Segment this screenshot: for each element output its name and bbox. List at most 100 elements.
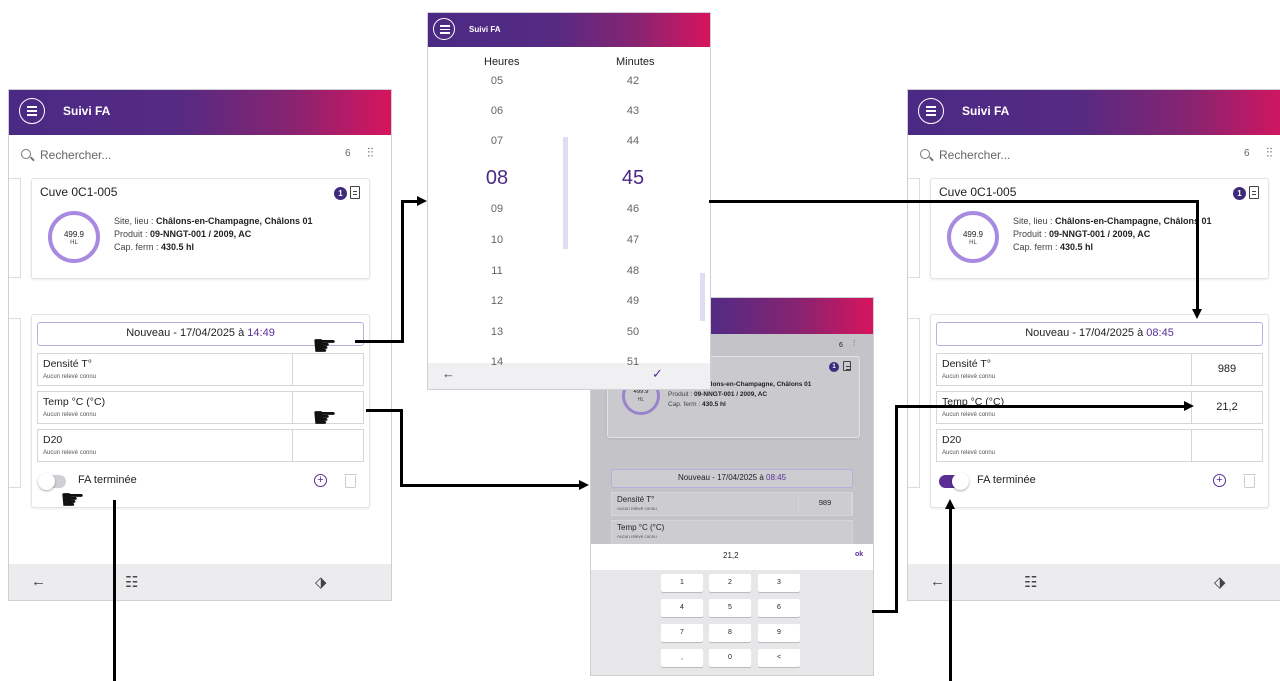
minute-option[interactable]: 46	[613, 203, 653, 215]
keypad-key[interactable]: 4	[661, 599, 703, 617]
search-input[interactable]: Rechercher...	[939, 148, 1010, 162]
keypad-key[interactable]: ,	[661, 649, 703, 667]
hour-option[interactable]: 12	[477, 295, 517, 307]
measure-value-input[interactable]	[292, 429, 364, 462]
app-header: Suivi FA	[428, 13, 710, 47]
keypad-key[interactable]: 2	[709, 574, 751, 592]
minutes-scroll-indicator[interactable]	[700, 273, 705, 321]
keypad-input-value[interactable]: 21,2	[723, 551, 739, 560]
hour-option[interactable]: 14	[477, 356, 517, 368]
keypad-key[interactable]: 5	[709, 599, 751, 617]
minute-option[interactable]: 47	[613, 234, 653, 246]
add-icon[interactable]: +	[314, 474, 327, 487]
minute-option[interactable]: 50	[613, 326, 653, 338]
measure-row-d20[interactable]: D20 Aucun relevé connu	[936, 429, 1263, 462]
nouveau-date-button[interactable]: Nouveau - 17/04/2025 à 08:45	[936, 322, 1263, 346]
check-icon[interactable]: ✓	[652, 366, 663, 382]
checklist-icon[interactable]: ☷	[1024, 573, 1037, 591]
keypad-key[interactable]: 0	[709, 649, 751, 667]
hour-option[interactable]: 09	[477, 203, 517, 215]
hour-option[interactable]: 13	[477, 326, 517, 338]
minute-option[interactable]: 45	[608, 167, 658, 190]
keypad-key[interactable]: 3	[758, 574, 800, 592]
measure-value-input[interactable]	[1191, 429, 1263, 462]
connector-line	[949, 508, 952, 681]
nouveau-date-button[interactable]: Nouveau - 17/04/2025 à 08:45	[611, 469, 853, 488]
keypad-key[interactable]: 6	[758, 599, 800, 617]
measure-row-d20[interactable]: D20 Aucun relevé connu	[37, 429, 364, 462]
keypad-key[interactable]: <	[758, 649, 800, 667]
arrowhead	[579, 480, 589, 490]
result-count: 6	[839, 342, 843, 349]
add-icon[interactable]: +	[1213, 474, 1226, 487]
tag-check-icon[interactable]: ⬗	[315, 573, 327, 591]
document-icon[interactable]	[350, 186, 360, 199]
keypad-input-bar: 21,2 ok	[591, 544, 873, 570]
keypad-key[interactable]: 1	[661, 574, 703, 592]
keypad-key[interactable]: 8	[709, 624, 751, 642]
connector-line	[895, 405, 898, 613]
minute-option[interactable]: 42	[613, 75, 653, 87]
trash-icon[interactable]	[344, 474, 357, 488]
cuve-title: Cuve 0C1-005	[40, 185, 118, 199]
picker-toolbar: ← ✓	[428, 363, 710, 389]
arrow-left-icon[interactable]: ←	[442, 366, 455, 381]
filter-sliders-icon[interactable]: ⫶	[853, 338, 855, 349]
connector-line	[400, 484, 580, 487]
minute-option[interactable]: 43	[613, 105, 653, 117]
hour-option[interactable]: 07	[477, 135, 517, 147]
menu-icon[interactable]	[433, 18, 455, 40]
keypad-key[interactable]: 9	[758, 624, 800, 642]
app-header: Suivi FA	[908, 90, 1280, 135]
minute-option[interactable]: 48	[613, 265, 653, 277]
filter-sliders-icon[interactable]: ⫶⫶	[1266, 145, 1273, 161]
measure-value-input[interactable]: 989	[1191, 353, 1263, 386]
hour-option[interactable]: 05	[477, 75, 517, 87]
fa-done-toggle[interactable]	[939, 473, 969, 490]
document-icon[interactable]	[843, 361, 851, 371]
hour-option[interactable]: 11	[477, 265, 517, 277]
search-bar[interactable]: Rechercher... 6 ⫶⫶	[9, 135, 391, 175]
measure-row-densite[interactable]: Densité T° Aucun relevé connu 989	[611, 492, 853, 516]
filter-sliders-icon[interactable]: ⫶⫶	[367, 145, 374, 161]
tag-check-icon[interactable]: ⬗	[1214, 573, 1226, 591]
menu-icon[interactable]	[19, 98, 45, 124]
connector-line	[895, 405, 1185, 408]
tap-hand-icon: ☛	[60, 484, 86, 515]
arrowhead	[1192, 309, 1202, 319]
minute-option[interactable]: 44	[613, 135, 653, 147]
measure-row-temp[interactable]: Temp °C (°C) Aucun relevé connu	[611, 520, 853, 546]
hour-option[interactable]: 10	[477, 234, 517, 246]
arrow-left-icon[interactable]: ←	[930, 573, 945, 590]
measure-row-densite[interactable]: Densité T° Aucun relevé connu 989	[936, 353, 1263, 386]
cuve-info: Site, lieu : Châlons-en-Champagne, Châlo…	[114, 216, 313, 252]
measure-value-input[interactable]: 989	[798, 492, 852, 516]
hour-option[interactable]: 06	[477, 105, 517, 117]
minute-option[interactable]: 49	[613, 295, 653, 307]
cuve-title: Cuve 0C1-005	[939, 185, 1017, 199]
search-icon	[920, 149, 930, 159]
hour-option[interactable]: 08	[472, 167, 522, 190]
menu-icon[interactable]	[918, 98, 944, 124]
numeric-keypad: 21,2 ok 1 2 3 4 5 6 7 8 9, 0 <	[591, 544, 873, 675]
connector-line	[709, 200, 1198, 203]
arrowhead	[417, 196, 427, 206]
minute-option[interactable]: 51	[613, 356, 653, 368]
cuve-card[interactable]: Cuve 0C1-005 1 499.9 HL Site, lieu : Châ…	[31, 178, 370, 279]
keypad-key[interactable]: 7	[661, 624, 703, 642]
prev-measures-fragment	[9, 318, 21, 488]
trash-icon[interactable]	[1243, 474, 1256, 488]
cuve-card[interactable]: Cuve 0C1-005 1 499.9 HL Site, lieu : Châ…	[930, 178, 1269, 279]
search-input[interactable]: Rechercher...	[40, 148, 111, 162]
volume-unit: HL	[70, 240, 78, 246]
connector-line	[366, 409, 402, 412]
arrow-left-icon[interactable]: ←	[31, 573, 46, 590]
app-title: Suivi FA	[469, 25, 501, 34]
checklist-icon[interactable]: ☷	[125, 573, 138, 591]
hours-scroll-indicator[interactable]	[563, 137, 568, 249]
screen-time-picker: Suivi FA Heures Minutes ← ✓ 05 06 07 08 09 10…	[427, 12, 711, 390]
ok-button[interactable]: ok	[855, 551, 863, 558]
document-icon[interactable]	[1249, 186, 1259, 199]
search-bar[interactable]: Rechercher... 6 ⫶⫶	[908, 135, 1280, 175]
measure-value-input[interactable]: 21,2	[1191, 391, 1263, 424]
